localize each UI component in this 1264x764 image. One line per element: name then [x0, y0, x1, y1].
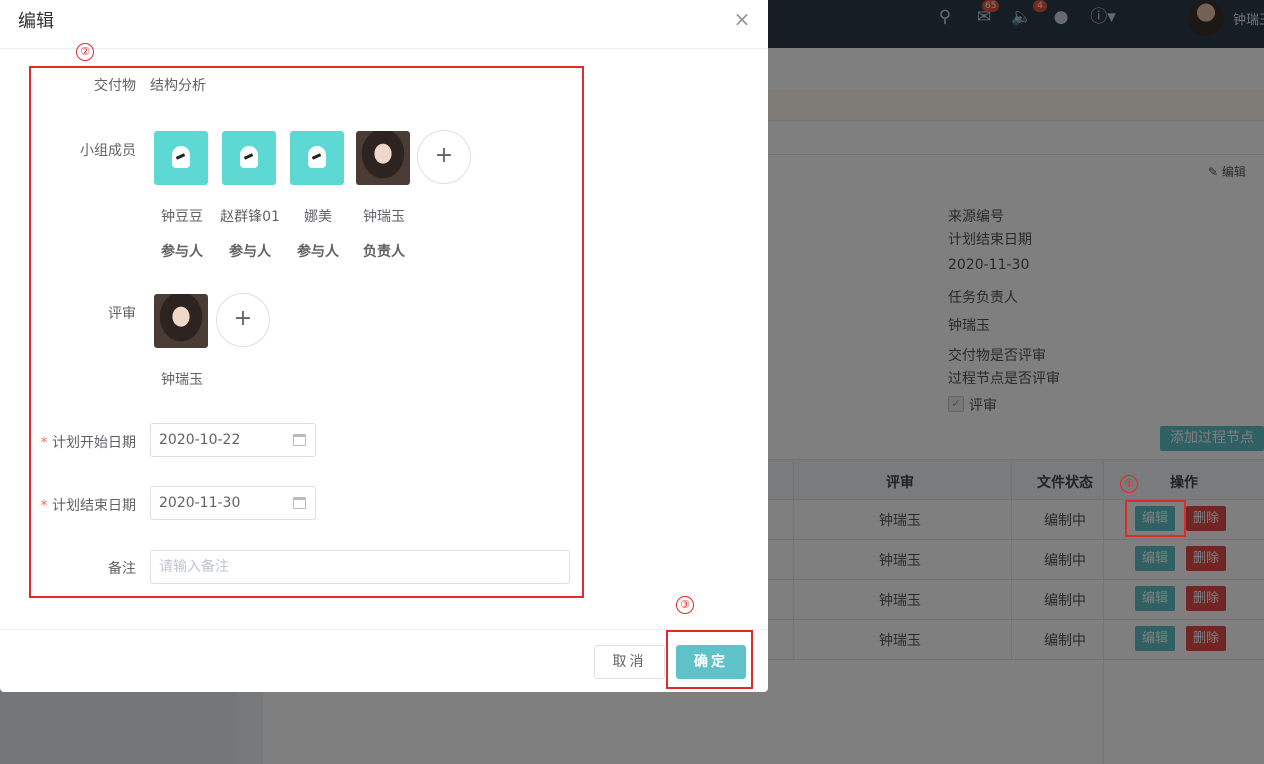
dialog-header-divider [0, 48, 768, 49]
annotation-box-confirm [666, 630, 753, 689]
annotation-marker-1: ① [1120, 475, 1138, 493]
annotation-box-edit [1125, 500, 1186, 537]
annotation-box-form [29, 66, 584, 598]
dialog-title: 编辑 [18, 11, 54, 32]
close-icon[interactable]: × [731, 8, 753, 30]
dialog-footer-divider [0, 629, 768, 630]
annotation-marker-3: ③ [676, 596, 694, 614]
annotation-marker-2: ② [76, 43, 94, 61]
cancel-button[interactable]: 取消 [594, 645, 665, 679]
